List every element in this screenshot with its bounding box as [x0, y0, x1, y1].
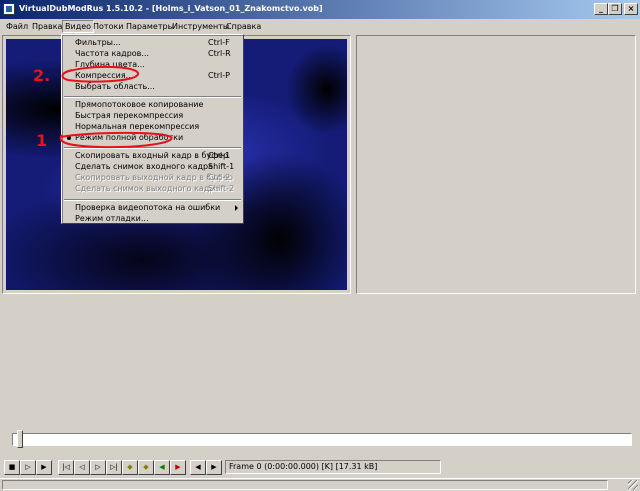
annotation-label-2: 2.: [33, 66, 50, 85]
annotation-label-1: 1: [36, 131, 47, 150]
step-forward-button[interactable]: ▷: [90, 460, 106, 475]
resize-grip-icon[interactable]: [628, 480, 638, 490]
next-keyframe-button[interactable]: ◆: [138, 460, 154, 475]
prev-scene-button[interactable]: ◀: [154, 460, 170, 475]
compression-highlight-ellipse: [61, 65, 139, 83]
go-start-icon: |◁: [62, 463, 70, 471]
go-start-button[interactable]: |◁: [58, 460, 74, 475]
play-input-icon: ▷: [25, 463, 31, 471]
position-slider-thumb[interactable]: [17, 430, 23, 448]
mark-in-icon: ◀: [195, 463, 201, 471]
stop-icon: ■: [8, 463, 16, 471]
prev-scene-icon: ◀: [159, 463, 165, 471]
step-forward-icon: ▷: [95, 463, 101, 471]
full-processing-highlight-ellipse: [59, 131, 173, 149]
mark-out-button[interactable]: ▶: [206, 460, 222, 475]
mark-in-button[interactable]: ◀: [190, 460, 206, 475]
play-output-icon: ▶: [41, 463, 47, 471]
next-scene-icon: ▶: [175, 463, 181, 471]
next-keyframe-icon: ◆: [143, 463, 149, 471]
prev-keyframe-icon: ◆: [127, 463, 133, 471]
stop-button[interactable]: ■: [4, 460, 20, 475]
go-end-button[interactable]: ▷|: [106, 460, 122, 475]
go-end-icon: ▷|: [110, 463, 118, 471]
status-panel: [2, 480, 608, 490]
next-scene-button[interactable]: ▶: [170, 460, 186, 475]
step-back-button[interactable]: ◁: [74, 460, 90, 475]
frame-position-display: Frame 0 (0:00:00.000) [K] [17.31 kB]: [225, 460, 441, 474]
play-output-button[interactable]: ▶: [36, 460, 52, 475]
prev-keyframe-button[interactable]: ◆: [122, 460, 138, 475]
position-slider-track[interactable]: [12, 430, 632, 448]
mark-out-icon: ▶: [211, 463, 217, 471]
status-bar: [0, 478, 640, 491]
play-input-button[interactable]: ▷: [20, 460, 36, 475]
step-back-icon: ◁: [79, 463, 85, 471]
annotation-overlay: 2. 1: [33, 65, 173, 150]
